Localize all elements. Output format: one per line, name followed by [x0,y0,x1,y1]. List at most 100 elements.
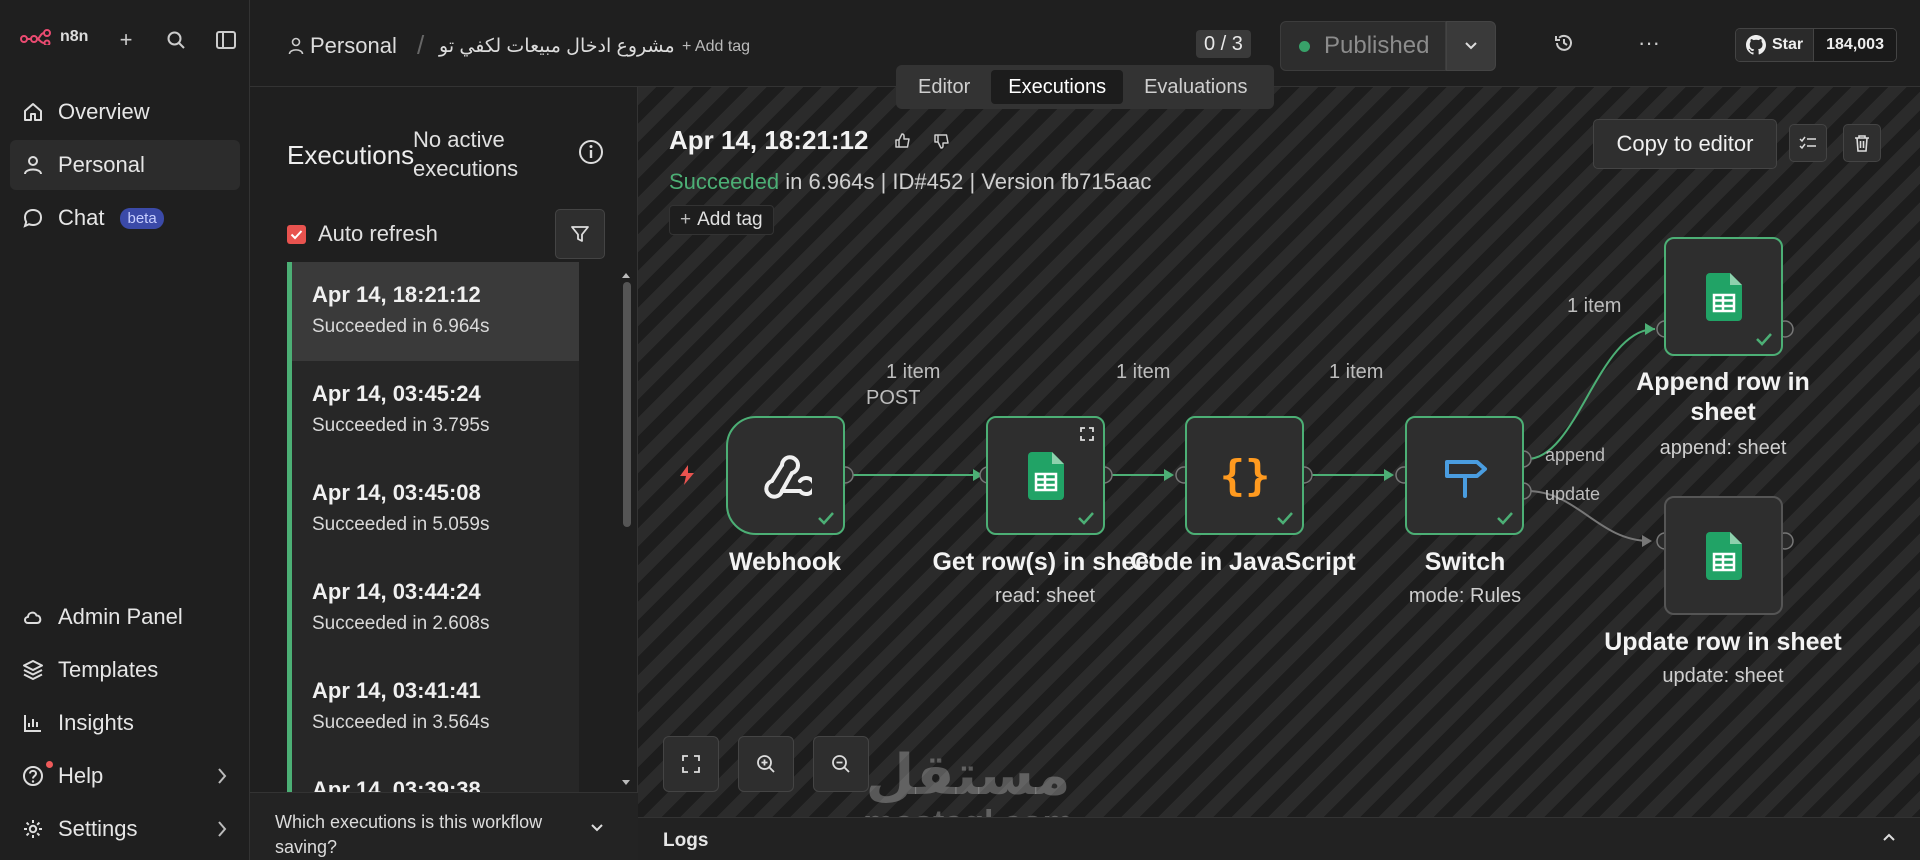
sidebar-item-label: Settings [58,816,138,841]
signpost-icon [1444,459,1487,498]
execution-item[interactable]: Apr 14, 18:21:12 Succeeded in 6.964s [287,262,579,361]
execution-item[interactable]: Apr 14, 03:41:41 Succeeded in 3.564s [287,658,579,757]
node-webhook[interactable] [726,416,845,535]
node-append-row-in-sheet[interactable] [1664,237,1783,356]
node-code-in-javascript[interactable]: {} [1185,416,1304,535]
node-update-row-in-sheet[interactable] [1664,496,1783,615]
execution-item[interactable]: Apr 14, 03:45:08 Succeeded in 5.059s [287,460,579,559]
edge-label-append: append [1545,445,1606,465]
node-switch[interactable] [1405,416,1524,535]
sidebar-item-personal[interactable]: Personal [10,140,240,190]
chevron-up-icon[interactable] [1882,832,1896,842]
collapse-sidebar-icon[interactable] [214,28,238,52]
history-icon[interactable] [1553,32,1575,59]
code-braces-icon: {} [1219,451,1270,500]
filter-icon [571,226,589,242]
sidebar-item-insights[interactable]: Insights [10,698,240,748]
github-star-button[interactable]: Star 184,003 [1735,28,1897,62]
success-check-icon [1277,512,1293,525]
insights-icon [24,715,41,732]
expand-icon[interactable] [1079,426,1095,442]
sidebar-item-label: Help [58,763,104,788]
auto-refresh-toggle[interactable]: Auto refresh [287,221,438,247]
sidebar-item-label: Admin Panel [58,604,183,629]
edge-item-count: 1 item [1567,295,1622,317]
publish-button[interactable]: Published [1280,21,1446,71]
sidebar-item-label: Insights [58,710,134,735]
templates-icon [23,660,43,680]
node-subtitle: append: sheet [1659,437,1787,459]
more-options-icon[interactable]: ··· [1638,30,1660,56]
add-tag-link[interactable]: + Add tag [682,38,750,56]
notification-dot [46,761,53,768]
google-sheets-icon [1027,451,1064,500]
node-label: Append row in sheet [1636,368,1810,426]
tab-evaluations[interactable]: Evaluations [1127,70,1264,104]
execution-status: Succeeded in 5.059s [312,514,490,535]
home-icon [24,103,42,121]
sidebar: n8n + Overview Personal Chat beta Admin … [0,0,250,860]
github-star-count: 184,003 [1814,29,1896,61]
scrollbar-thumb[interactable] [623,282,631,527]
sidebar-item-chat[interactable]: Chat beta [10,193,240,243]
n8n-logo[interactable]: n8n [20,28,88,46]
edge-label-update: update [1545,484,1601,504]
beta-badge: beta [120,207,164,229]
view-tabs: Editor Executions Evaluations [896,65,1274,109]
user-icon [24,156,42,175]
info-icon[interactable] [578,139,604,170]
chevron-right-icon [218,821,227,837]
edge-item-count: 1 item [1116,361,1171,383]
filter-button[interactable] [555,209,605,259]
sidebar-item-help[interactable]: Help [10,751,240,801]
sidebar-item-templates[interactable]: Templates [10,645,240,695]
fit-view-button[interactable] [663,736,719,792]
node-label: Update row in sheet [1604,628,1842,656]
execution-item[interactable]: Apr 14, 03:45:24 Succeeded in 3.795s [287,361,579,460]
node-label: Webhook [728,548,842,576]
tab-editor[interactable]: Editor [901,70,987,104]
sidebar-item-admin-panel[interactable]: Admin Panel [10,592,240,642]
tab-executions[interactable]: Executions [991,70,1124,104]
google-sheets-icon [1705,531,1742,580]
node-label: Code in JavaScript [1130,548,1356,576]
executions-list: Apr 14, 18:21:12 Succeeded in 6.964s Apr… [287,262,579,792]
execution-time: Apr 14, 03:45:24 [312,381,481,406]
node-subtitle: mode: Rules [1408,585,1522,607]
auto-refresh-checkbox[interactable] [287,224,306,244]
watermark-latin: mostaql.com [848,803,1088,817]
status-dot [1299,40,1310,52]
gear-icon [24,820,42,838]
success-check-icon [1756,333,1772,346]
sidebar-item-overview[interactable]: Overview [10,87,240,137]
chat-icon [23,208,43,228]
sidebar-item-label: Personal [58,152,145,177]
search-icon[interactable] [164,28,188,52]
execution-status: Succeeded in 3.795s [312,415,490,436]
add-icon[interactable]: + [114,27,138,52]
workflow-canvas[interactable]: Apr 14, 18:21:12 Succeeded in 6.964s | I… [638,87,1920,817]
execution-status: Succeeded in 6.964s [312,316,490,337]
chevron-down-icon [1465,42,1477,50]
execution-item[interactable]: Apr 14, 03:44:24 Succeeded in 2.608s [287,559,579,658]
execution-time: Apr 14, 03:41:41 [312,678,481,703]
save-settings-footer[interactable]: Which executions is this workflow saving… [250,792,638,860]
sidebar-item-settings[interactable]: Settings [10,804,240,854]
breadcrumb-project[interactable]: Personal [288,33,397,59]
workflow-name[interactable]: مشروع ادخال مبيعات لكفي تو [439,35,675,58]
auto-refresh-label: Auto refresh [318,221,438,246]
publish-options-button[interactable] [1446,21,1496,71]
executions-title: Executions [287,140,415,170]
edge-item-count: 1 item [886,361,941,383]
node-get-rows-in-sheet[interactable] [986,416,1105,535]
no-active-executions-text: No active executions [413,127,519,181]
zoom-in-button[interactable] [738,736,794,792]
n8n-logo-icon [20,29,51,45]
chevron-right-icon [218,768,227,784]
logs-bar[interactable]: Logs [638,817,1920,860]
trigger-bolt-icon [680,465,694,485]
execution-item[interactable]: Apr 14, 03:39:38 [287,757,579,792]
execution-counter: 0 / 3 [1196,30,1251,58]
success-check-icon [818,512,834,525]
execution-time: Apr 14, 03:44:24 [312,579,481,604]
